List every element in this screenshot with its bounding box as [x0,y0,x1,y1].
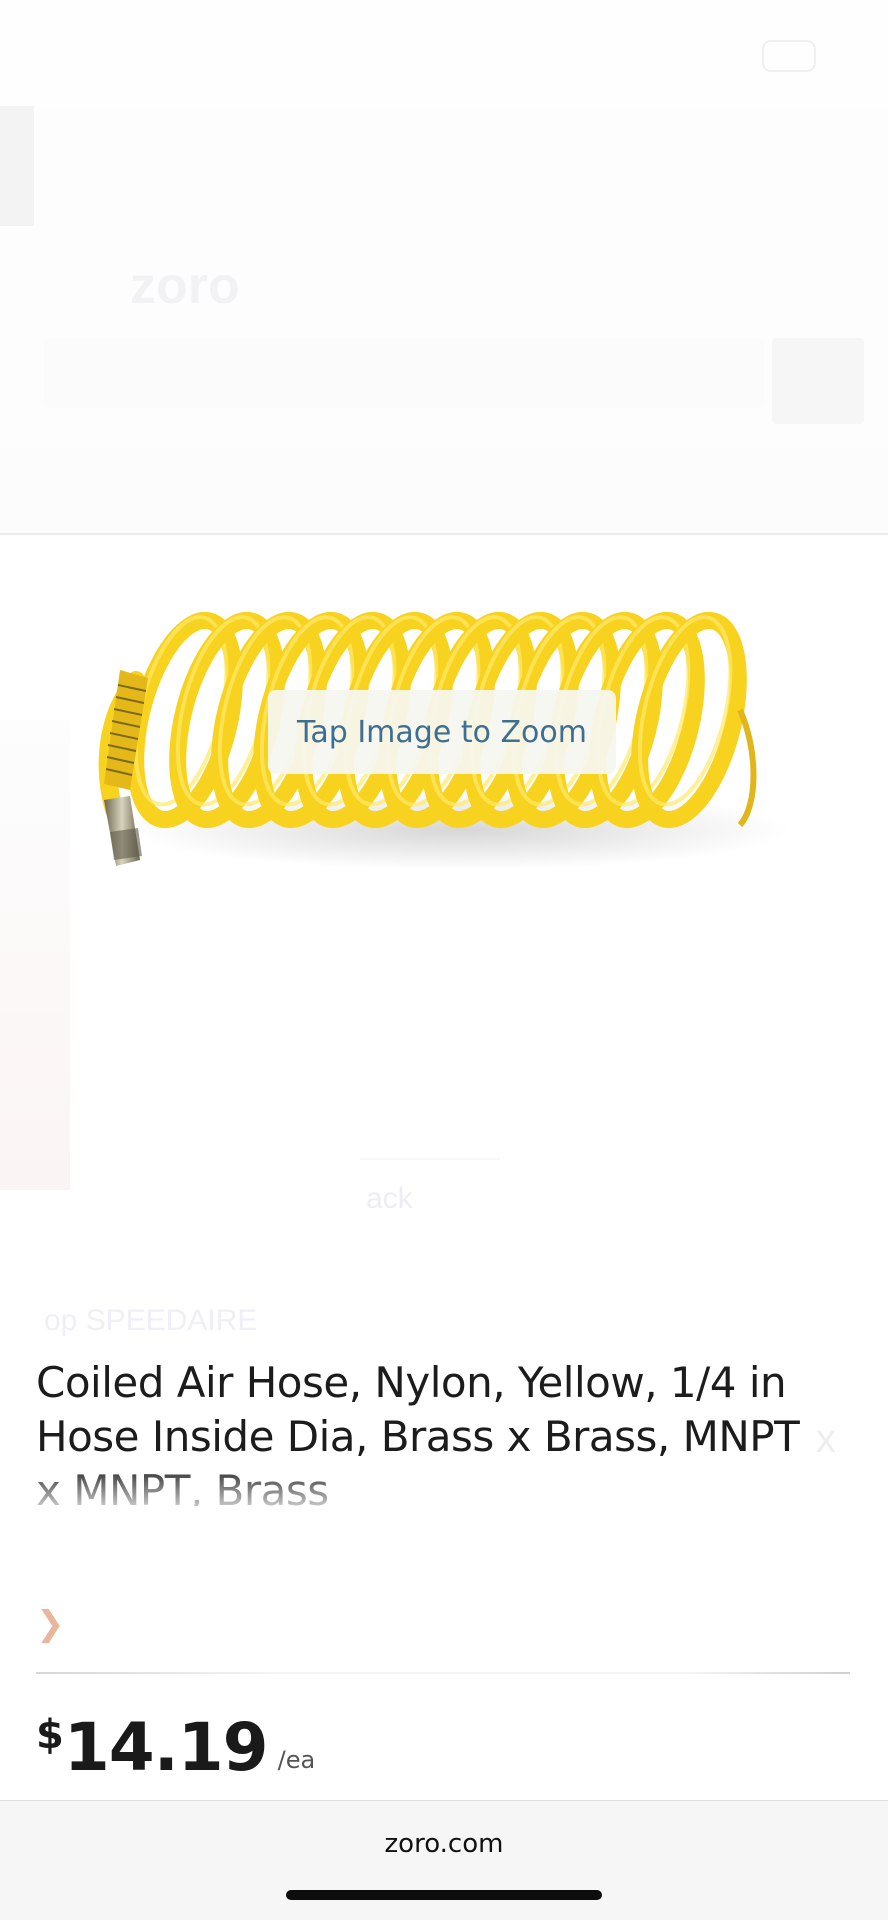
tap-to-zoom-hint[interactable]: Tap Image to Zoom [268,690,616,774]
divider [0,533,888,535]
fitting-thread [110,828,142,860]
browser-bottom-bar [0,1800,888,1920]
chevron-right-icon: ❯ [36,1605,65,1643]
background-left-panel [0,720,70,1190]
browser-url[interactable]: zoro.com [0,1829,888,1859]
status-bar [0,0,888,106]
home-indicator[interactable] [286,1890,602,1900]
background-logo: zoro [130,257,240,315]
battery-icon [762,40,816,72]
background-search-input [44,338,764,408]
product-page: zoro ack op SPEEDAIRE x ❯ Tap Image to Z… [0,0,888,1920]
price-currency: $ [36,1712,64,1758]
background-shop-brand-link: op SPEEDAIRE [44,1304,258,1337]
background-back-link: ack [366,1182,413,1215]
hose-tail [737,708,757,828]
background-left-strip [0,106,34,226]
divider [36,1672,850,1674]
background-search-button [772,338,864,424]
price-unit: /ea [277,1746,316,1774]
price-amount: 14.19 [63,1709,269,1786]
product-title: Coiled Air Hose, Nylon, Yellow, 1/4 in H… [36,1358,800,1506]
divider [360,1158,500,1160]
background-title-overflow: x [816,1417,836,1461]
price: $ 14.19 /ea [36,1706,315,1786]
background-promo-row [0,448,888,534]
